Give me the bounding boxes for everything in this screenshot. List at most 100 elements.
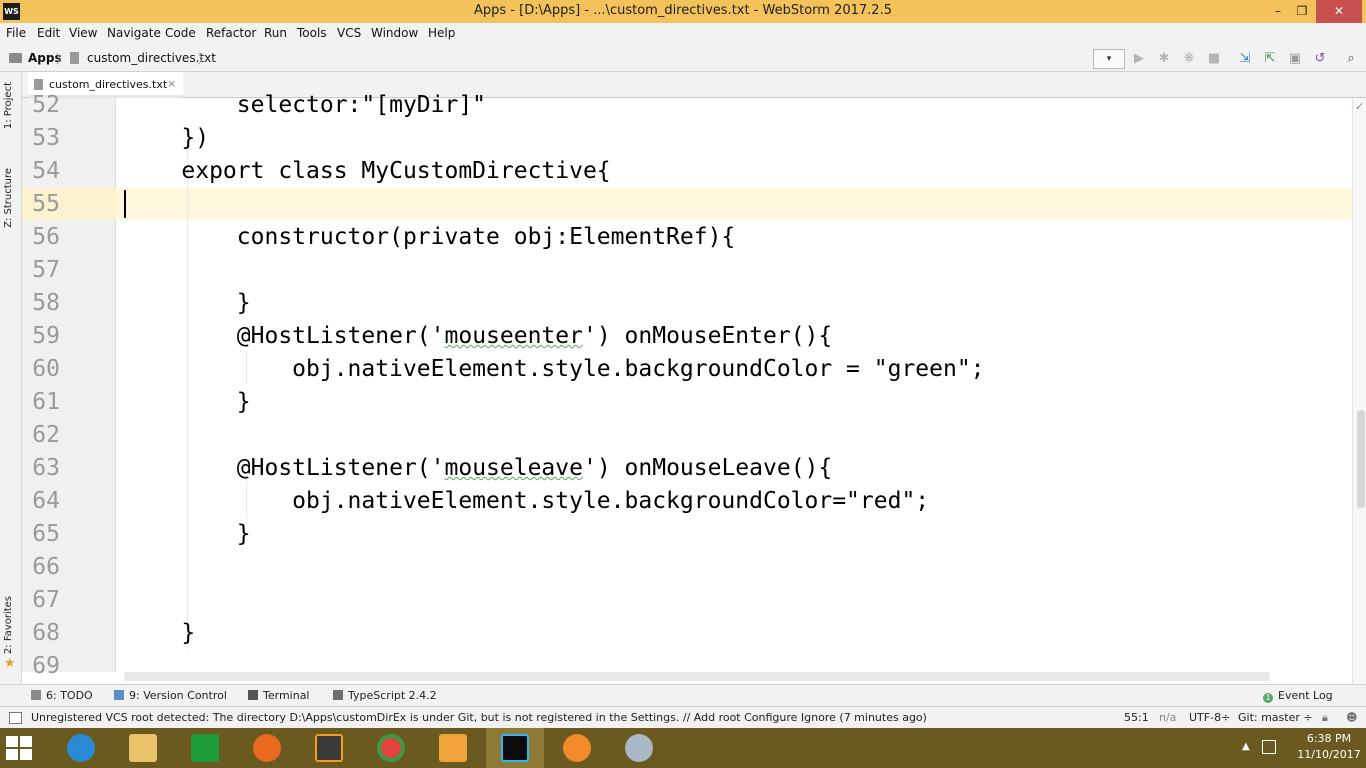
caret-position[interactable]: 55:1 [1124,711,1149,724]
inspection-warning-underline: mouseenter [444,323,583,349]
todo-icon [31,690,41,700]
vcs-commit-icon[interactable]: ⇱ [1261,50,1279,68]
minimize-button[interactable]: – [1266,0,1290,23]
status-bar: Unregistered VCS root detected: The dire… [0,706,1366,728]
code-line: } [126,389,251,415]
favorites-star-icon: ★ [4,656,16,671]
event-log-tool-button[interactable]: 1 Event Log [1263,689,1333,703]
code-line: }) [126,125,210,151]
window-title: Apps - [D:\Apps] - ...\custom_directives… [474,3,892,18]
menu-tools[interactable]: Tools [297,26,327,40]
text-caret [124,190,126,218]
start-button[interactable] [6,736,32,760]
menu-refactor[interactable]: Refactor [206,26,256,40]
code-line: @HostListener('mouseenter') onMouseEnter… [126,323,833,349]
code-line: } [126,521,251,547]
line-number: 57 [32,257,60,283]
debug-icon[interactable]: ✱ [1155,50,1173,68]
favorites-tool-button[interactable]: 2: Favorites [3,596,14,654]
close-button[interactable]: ✕ [1316,0,1362,23]
file-explorer-icon[interactable] [114,728,172,768]
search-icon[interactable]: ⌕ [1342,50,1360,68]
status-toggle-icon[interactable] [9,712,22,724]
inspection-ok-icon[interactable]: ✓ [1355,100,1364,113]
version-control-tool-button[interactable]: 9: Version Control [114,689,227,702]
typescript-icon [333,690,343,700]
title-bar: WS Apps - [D:\Apps] - ...\custom_directi… [0,0,1366,23]
clock-date[interactable]: 11/10/2017 [1294,748,1364,761]
line-number: 66 [32,554,60,580]
code-line: @HostListener('mouseleave') onMouseLeave… [126,455,833,481]
menu-code[interactable]: Code [165,26,196,40]
line-number: 56 [32,224,60,250]
structure-tool-button[interactable]: Z: Structure [3,168,14,228]
current-line-highlight [22,188,1352,220]
line-number: 67 [32,587,60,613]
sublime-icon[interactable] [300,728,358,768]
line-number: 68 [32,620,60,646]
terminal-icon [248,690,258,700]
flower-app-icon[interactable] [548,728,606,768]
code-line: export class MyCustomDirective{ [126,158,611,184]
tool-window-bar: 6: TODO 9: Version Control Terminal Type… [0,684,1366,706]
menu-edit[interactable]: Edit [37,26,60,40]
clock-time[interactable]: 6:38 PM [1294,732,1364,745]
navigation-bar: Apps 〉 custom_directives.txt 〉 ▾ ▶ ✱ ❋ ■… [0,45,1366,72]
breadcrumb-separator: 〉 [56,52,69,66]
folder-icon [9,53,22,63]
revert-icon[interactable]: ↺ [1311,50,1329,68]
media-player-icon[interactable] [424,728,482,768]
breadcrumb-file[interactable]: custom_directives.txt [87,51,216,65]
paint-icon[interactable] [610,728,668,768]
project-tool-button[interactable]: 1: Project [3,82,14,129]
vertical-scrollbar-thumb[interactable] [1357,410,1365,508]
menu-run[interactable]: Run [264,26,287,40]
run-config-dropdown[interactable]: ▾ [1093,49,1125,69]
store-icon[interactable] [176,728,234,768]
chrome-icon[interactable] [362,728,420,768]
line-number: 69 [32,653,60,679]
vcs-compare-icon[interactable]: ▣ [1286,50,1304,68]
code-line: constructor(private obj:ElementRef){ [126,224,736,250]
menu-vcs[interactable]: VCS [337,26,361,40]
vcs-icon [114,690,124,700]
code-line: } [126,290,251,316]
line-number: 58 [32,290,60,316]
line-number: 64 [32,488,60,514]
menu-window[interactable]: Window [371,26,418,40]
terminal-tool-button[interactable]: Terminal [248,689,310,702]
editor-right-margin: ✓ [1352,98,1366,684]
typescript-tool-button[interactable]: TypeScript 2.4.2 [333,689,437,702]
menu-help[interactable]: Help [428,26,455,40]
line-number: 60 [32,356,60,382]
stop-icon[interactable]: ■ [1205,50,1223,68]
code-line: } [126,620,196,646]
firefox-icon[interactable] [238,728,296,768]
maximize-button[interactable]: ❐ [1290,0,1314,23]
action-center-icon[interactable] [1262,740,1276,754]
line-number: 61 [32,389,60,415]
show-hidden-icons-icon[interactable]: ▲ [1242,741,1250,752]
encoding-field[interactable]: UTF-8÷ [1189,711,1230,724]
inspector-icon[interactable]: ☻ [1346,711,1357,724]
menu-view[interactable]: View [69,26,97,40]
line-number: 53 [32,125,60,151]
menu-bar: File Edit View Navigate Code Refactor Ru… [0,23,1366,45]
menu-navigate[interactable]: Navigate [107,26,161,40]
event-count-badge: 1 [1263,693,1273,703]
internet-explorer-icon[interactable] [52,728,110,768]
line-number: 63 [32,455,60,481]
menu-file[interactable]: File [6,26,26,40]
horizontal-scrollbar[interactable] [124,672,1270,681]
code-line: selector:"[myDir]" [126,92,487,118]
text-file-icon [70,52,79,64]
git-branch-field[interactable]: Git: master ÷ [1238,711,1313,724]
lock-icon[interactable]: 🔒︎ [1322,711,1328,725]
todo-tool-button[interactable]: 6: TODO [31,689,93,702]
run-icon[interactable]: ▶ [1130,50,1148,68]
coverage-icon[interactable]: ❋ [1180,50,1198,68]
vcs-update-icon[interactable]: ⇲ [1236,50,1254,68]
webstorm-icon[interactable] [486,728,544,768]
status-message[interactable]: Unregistered VCS root detected: The dire… [31,711,927,724]
line-separator-field: n/a [1159,711,1177,724]
